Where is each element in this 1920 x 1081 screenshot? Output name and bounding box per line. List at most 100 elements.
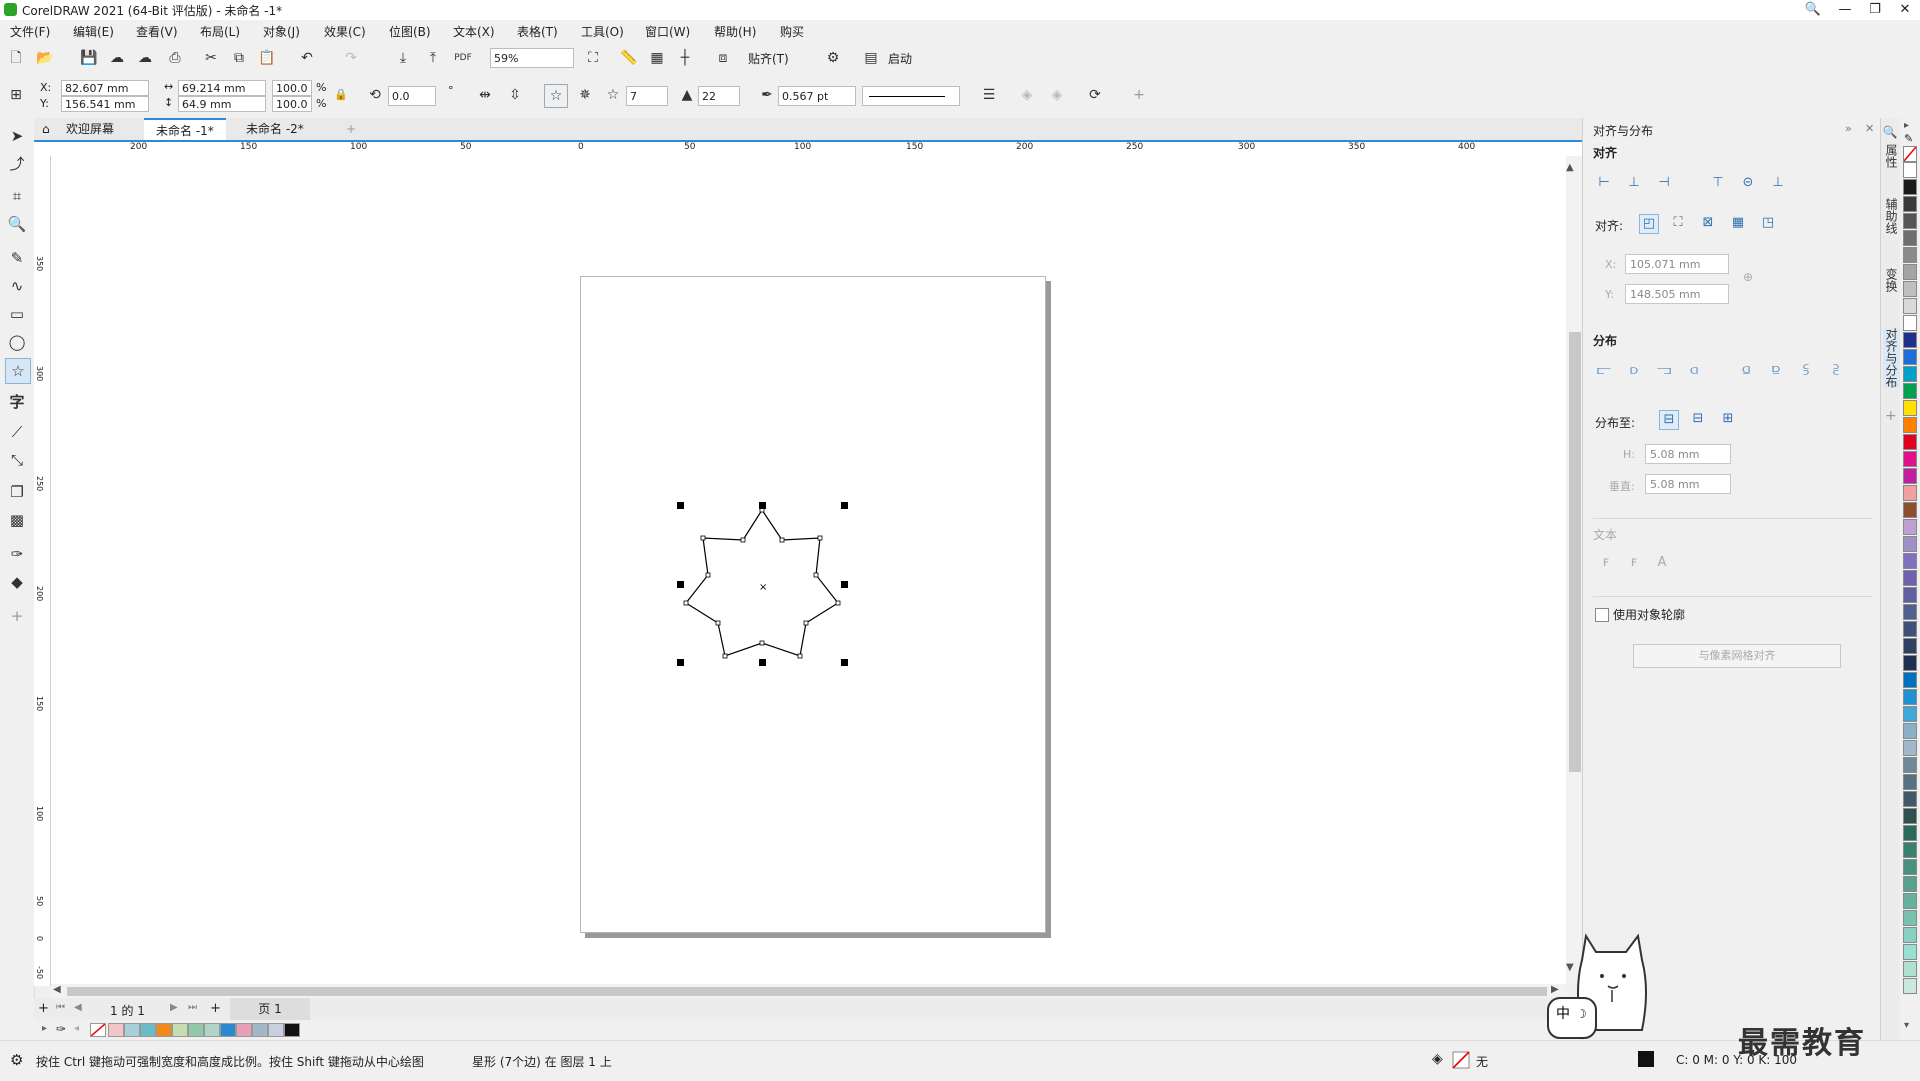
palette-color-swatch[interactable] <box>1903 893 1917 909</box>
palette-color-swatch[interactable] <box>1903 570 1917 586</box>
palette-expand-icon[interactable]: ▸ <box>42 1023 47 1034</box>
menu-table[interactable]: 表格(T) <box>517 23 558 40</box>
selection-handle-bc[interactable] <box>759 659 766 666</box>
menu-effects[interactable]: 效果(C) <box>324 23 366 40</box>
distribute-spacing-h-icon[interactable]: ⫏ <box>1685 362 1703 380</box>
palette-color-swatch[interactable] <box>1903 808 1917 824</box>
side-tab-align-distribute[interactable]: 对齐与分布 <box>1883 328 1900 388</box>
zoom-level-select[interactable]: 59% <box>490 48 574 68</box>
align-to-pixel-grid-button[interactable]: 与像素网格对齐 <box>1633 644 1841 668</box>
palette-color-swatch[interactable] <box>1903 876 1917 892</box>
palette-color-swatch[interactable] <box>1903 825 1917 841</box>
palette-swatch[interactable] <box>220 1023 236 1037</box>
palette-color-swatch[interactable] <box>1903 927 1917 943</box>
align-center-h-icon[interactable]: ⊥ <box>1625 174 1643 192</box>
freehand-tool-icon[interactable]: ✎ <box>5 246 29 270</box>
palette-swatch[interactable] <box>236 1023 252 1037</box>
scale-height-field[interactable]: 100.0 <box>272 96 312 112</box>
eyedropper-icon[interactable]: ✑ <box>5 542 29 566</box>
menu-layout[interactable]: 布局(L) <box>200 23 240 40</box>
first-page-icon[interactable]: ⏮ <box>56 1002 65 1013</box>
properties-search-icon[interactable]: 🔍 <box>1883 124 1897 139</box>
complex-star-icon[interactable]: ✵ <box>574 84 596 106</box>
align-to-grid-icon[interactable]: ▦ <box>1729 214 1747 232</box>
width-field[interactable]: 69.214 mm <box>178 80 266 96</box>
palette-no-color-swatch[interactable] <box>1903 146 1917 162</box>
status-gear-icon[interactable]: ⚙ <box>10 1051 23 1069</box>
rotation-field[interactable]: 0.0 <box>388 86 436 106</box>
open-icon[interactable]: 📂 <box>34 47 56 69</box>
palette-color-swatch[interactable] <box>1903 774 1917 790</box>
tab-welcome[interactable]: 欢迎屏幕 <box>54 118 126 140</box>
palette-color-swatch[interactable] <box>1903 757 1917 773</box>
to-back-icon[interactable]: ◈ <box>1046 84 1068 106</box>
fill-indicator-icon[interactable]: ◈ <box>1432 1051 1443 1067</box>
previous-page-icon[interactable]: ◀ <box>74 1002 82 1013</box>
next-page-icon[interactable]: ▶ <box>170 1002 178 1013</box>
no-color-swatch[interactable] <box>90 1023 106 1037</box>
align-to-point-icon[interactable]: ◳ <box>1759 214 1777 232</box>
export-pdf-icon[interactable]: PDF <box>452 47 474 69</box>
horizontal-scrollbar[interactable]: ◀ ▶ <box>51 984 1566 998</box>
grid-icon[interactable]: ▦ <box>646 47 668 69</box>
palette-color-swatch[interactable] <box>1903 196 1917 212</box>
palette-color-swatch[interactable] <box>1903 978 1917 994</box>
palette-color-swatch[interactable] <box>1903 910 1917 926</box>
scroll-up-icon[interactable]: ▲ <box>1566 162 1574 173</box>
launch-dropdown[interactable]: 启动 <box>888 50 912 67</box>
shape-tool-icon[interactable]: ⤴ <box>5 152 29 176</box>
vertical-scroll-thumb[interactable] <box>1569 332 1581 772</box>
redo-icon[interactable]: ↷ <box>340 47 362 69</box>
palette-color-swatch[interactable] <box>1903 672 1917 688</box>
palette-swatch[interactable] <box>284 1023 300 1037</box>
palette-color-swatch[interactable] <box>1903 706 1917 722</box>
palette-color-swatch[interactable] <box>1903 944 1917 960</box>
cut-icon[interactable]: ✂ <box>200 47 222 69</box>
line-style-select[interactable] <box>862 86 960 106</box>
palette-color-swatch[interactable] <box>1903 842 1917 858</box>
star-points-field[interactable]: 7 <box>626 86 668 106</box>
palette-swatch[interactable] <box>204 1023 220 1037</box>
align-left-icon[interactable]: ⊢ <box>1595 174 1613 192</box>
distribute-to-page-icon[interactable]: ⊟ <box>1689 410 1707 428</box>
menu-edit[interactable]: 编辑(E) <box>73 23 114 40</box>
page-tab-1[interactable]: 页 1 <box>230 998 310 1020</box>
side-tab-properties[interactable]: 属性 <box>1883 144 1900 168</box>
palette-scroll-left-icon[interactable]: ◂ <box>74 1023 79 1034</box>
palette-color-swatch[interactable] <box>1903 502 1917 518</box>
snap-icon[interactable]: ⧈ <box>712 47 734 69</box>
print-icon[interactable]: ⎙ <box>164 47 186 69</box>
menu-help[interactable]: 帮助(H) <box>714 23 756 40</box>
palette-color-swatch[interactable] <box>1903 961 1917 977</box>
selection-handle-tc[interactable] <box>759 502 766 509</box>
palette-color-swatch[interactable] <box>1903 451 1917 467</box>
launch-icon[interactable]: ▤ <box>860 47 882 69</box>
mirror-vertical-icon[interactable]: ⇳ <box>504 84 526 106</box>
full-screen-icon[interactable]: ⛶ <box>582 47 604 69</box>
lock-ratio-icon[interactable]: 🔒 <box>330 84 352 106</box>
palette-color-swatch[interactable] <box>1903 536 1917 552</box>
ellipse-tool-icon[interactable]: ◯ <box>5 330 29 354</box>
side-tab-transform[interactable]: 变换 <box>1883 268 1900 292</box>
save-icon[interactable]: 💾 <box>78 47 100 69</box>
palette-pen-icon[interactable]: ✎ <box>1904 132 1913 145</box>
palette-color-swatch[interactable] <box>1903 689 1917 705</box>
distribute-left-icon[interactable]: ⫍ <box>1595 362 1613 380</box>
selection-handle-tl[interactable] <box>677 502 684 509</box>
align-top-icon[interactable]: ⊤ <box>1709 174 1727 192</box>
add-tab-icon[interactable]: + <box>334 118 368 140</box>
target-point-icon[interactable]: ⊕ <box>1743 270 1753 284</box>
palette-color-swatch[interactable] <box>1903 162 1917 178</box>
mirror-horizontal-icon[interactable]: ⇹ <box>474 84 496 106</box>
palette-color-swatch[interactable] <box>1903 587 1917 603</box>
star-shape-icon[interactable]: ☆ <box>544 84 568 108</box>
palette-color-swatch[interactable] <box>1903 400 1917 416</box>
outline-color-swatch[interactable] <box>1638 1051 1654 1067</box>
palette-color-swatch[interactable] <box>1903 553 1917 569</box>
distribute-center-v-icon[interactable]: ⫒ <box>1767 362 1785 380</box>
palette-color-swatch[interactable] <box>1903 247 1917 263</box>
distribute-center-h-icon[interactable]: ⫐ <box>1625 362 1643 380</box>
connector-tool-icon[interactable]: ⤡ <box>5 448 29 472</box>
menu-buy[interactable]: 购买 <box>780 23 804 40</box>
last-page-icon[interactable]: ⏭ <box>188 1002 197 1013</box>
